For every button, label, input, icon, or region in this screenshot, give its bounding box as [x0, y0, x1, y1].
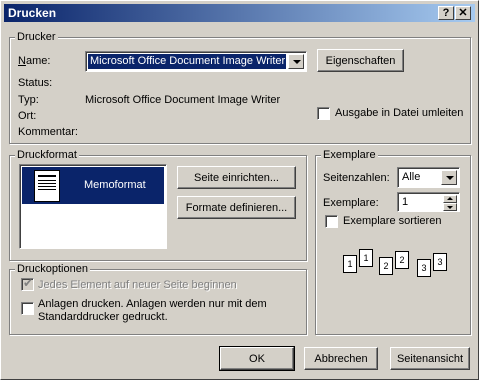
print-to-file-label: Ausgabe in Datei umleiten: [335, 107, 464, 119]
ok-button[interactable]: OK: [219, 346, 295, 371]
properties-button-label: Eigenschaften: [325, 54, 396, 67]
close-button[interactable]: ✕: [455, 6, 471, 20]
page-range-label: Seitenzahlen:: [323, 172, 390, 184]
print-preview-button-label: Seitenansicht: [396, 352, 464, 365]
type-value: Microsoft Office Document Image Writer: [85, 94, 281, 106]
print-format-group-label: Druckformat: [15, 149, 79, 161]
window-title: Drucken: [8, 6, 57, 20]
copies-label: Exemplare:: [323, 197, 379, 209]
page-range-value: Alle: [402, 171, 421, 183]
type-label: Typ:: [18, 94, 39, 106]
page-icon: 1: [359, 249, 373, 267]
page-setup-button[interactable]: Seite einrichten...: [177, 166, 296, 189]
memo-style-icon: [34, 170, 60, 202]
page-range-dropdown[interactable]: Alle: [397, 167, 460, 188]
attachments-checkbox[interactable]: [21, 302, 34, 315]
memo-style-label: Memoformat: [84, 179, 146, 191]
print-format-list[interactable]: Memoformat: [19, 164, 167, 249]
cancel-button[interactable]: Abbrechen: [304, 347, 378, 370]
attachments-label-line2: Standarddrucker gedruckt.: [38, 311, 168, 323]
chevron-down-icon[interactable]: [288, 54, 304, 69]
page-icon: 2: [379, 257, 393, 275]
copies-group-label: Exemplare: [321, 149, 378, 161]
page-icon: 2: [395, 251, 409, 269]
title-bar: Drucken ? ✕: [4, 4, 475, 22]
chevron-down-icon[interactable]: [441, 170, 457, 185]
properties-button[interactable]: Eigenschaften: [317, 49, 404, 72]
page-icon: 1: [343, 255, 357, 273]
define-styles-button-label: Formate definieren...: [185, 201, 288, 214]
copies-value: 1: [402, 196, 409, 208]
printer-group-label: Drucker: [15, 31, 58, 43]
print-options-group-label: Druckoptionen: [15, 263, 90, 275]
page-icon: 3: [417, 259, 431, 277]
checkmark-icon: ✔: [23, 276, 34, 290]
printer-name-label: Name:: [18, 55, 51, 67]
collate-checkbox[interactable]: [325, 215, 338, 228]
cancel-button-label: Abbrechen: [314, 352, 368, 365]
ok-button-label: OK: [249, 352, 265, 365]
collate-label: Exemplare sortieren: [343, 215, 442, 227]
printer-name-selection: Microsoft Office Document Image Writer: [87, 53, 287, 70]
collate-pages-icon: 1 1 2 2 3 3: [343, 247, 461, 281]
page-icon: 3: [433, 253, 447, 271]
spin-up-icon[interactable]: [443, 195, 457, 203]
copies-spinner[interactable]: 1: [397, 192, 460, 212]
new-page-checkbox[interactable]: ✔: [21, 276, 34, 291]
attachments-label-line1: Anlagen drucken. Anlagen werden nur mit …: [38, 298, 267, 310]
spin-down-icon[interactable]: [443, 203, 457, 211]
print-dialog: Drucken ? ✕ Drucker Name: Microsoft Offi…: [0, 0, 479, 380]
page-setup-button-label: Seite einrichten...: [194, 171, 279, 184]
status-label: Status:: [18, 77, 53, 89]
printer-name-dropdown[interactable]: Microsoft Office Document Image Writer: [85, 51, 307, 72]
print-to-file-checkbox[interactable]: [317, 107, 330, 120]
comment-label: Kommentar:: [18, 126, 78, 138]
printer-name-value: Microsoft Office Document Image Writer: [90, 55, 286, 67]
help-button[interactable]: ?: [438, 6, 454, 20]
print-preview-button[interactable]: Seitenansicht: [390, 347, 470, 370]
location-label: Ort:: [18, 110, 37, 122]
define-styles-button[interactable]: Formate definieren...: [177, 196, 296, 219]
new-page-label: Jedes Element auf neuer Seite beginnen: [38, 279, 237, 291]
list-item[interactable]: Memoformat: [22, 167, 164, 204]
